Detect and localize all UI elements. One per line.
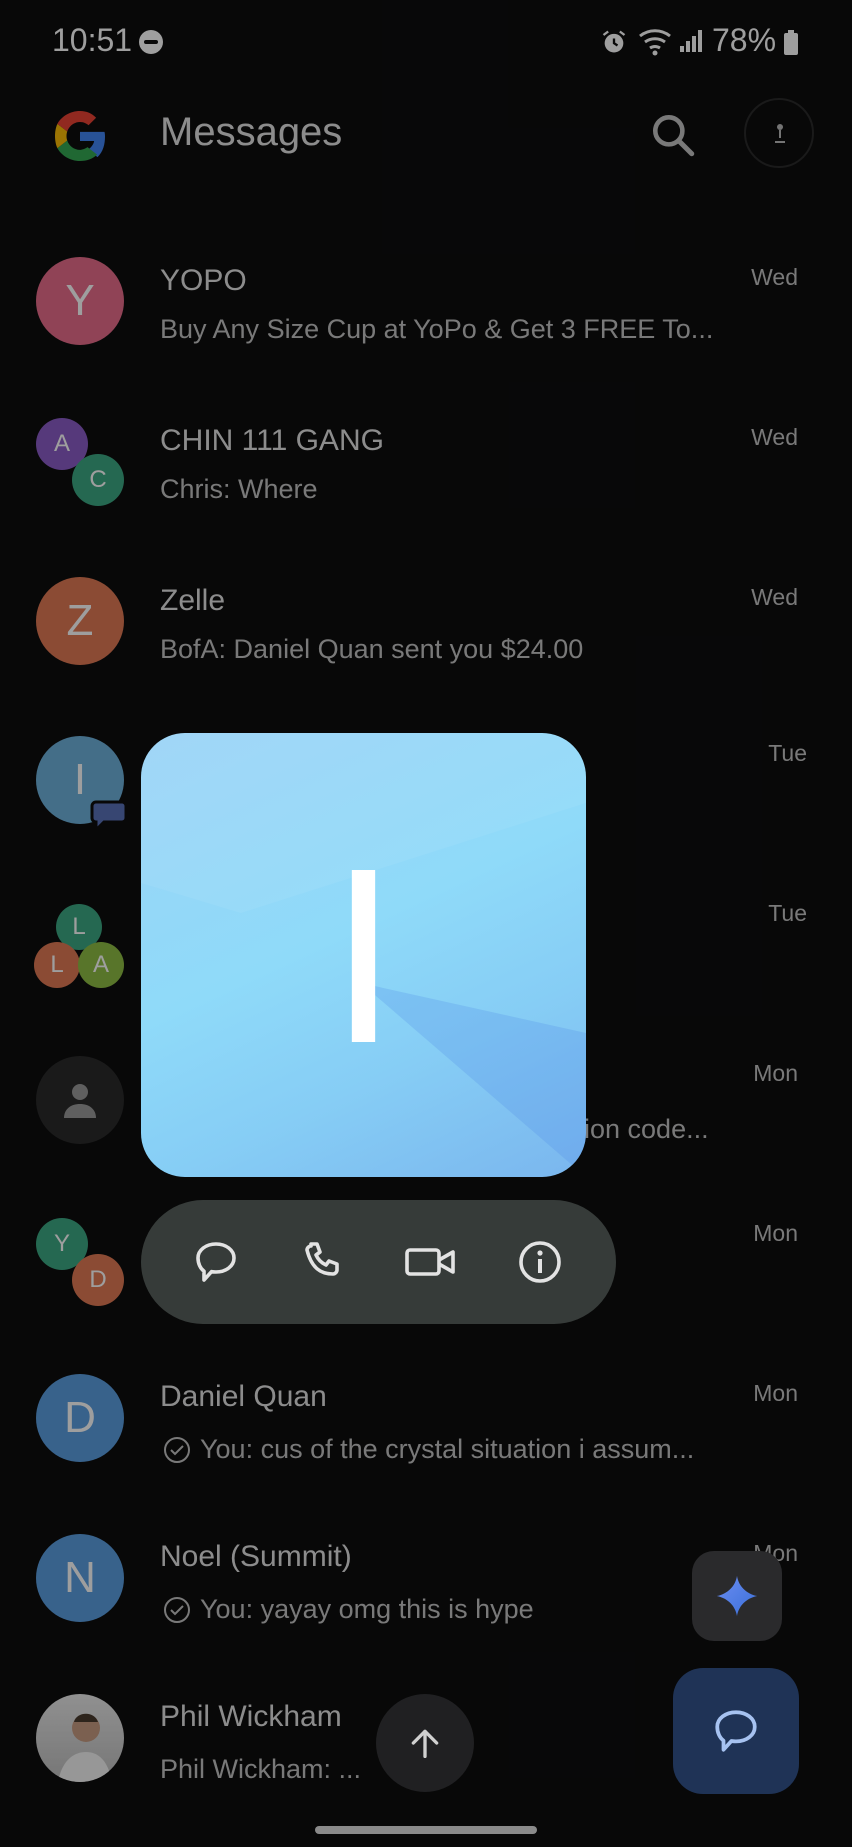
video-call-action-button[interactable] (403, 1234, 459, 1290)
chat-bubble-icon (715, 1710, 757, 1752)
start-chat-button[interactable] (673, 1668, 799, 1794)
contact-initial: I (328, 815, 399, 1095)
info-action-button[interactable] (512, 1234, 568, 1290)
message-action-button[interactable] (188, 1234, 244, 1290)
info-icon (519, 1241, 561, 1283)
contact-actions-bar (141, 1200, 616, 1324)
gemini-sparkle-icon (716, 1575, 758, 1617)
gesture-navigation-bar[interactable] (315, 1826, 537, 1834)
contact-preview-card: I (141, 733, 586, 1177)
call-action-button[interactable] (295, 1234, 351, 1290)
video-camera-icon (405, 1248, 455, 1276)
gemini-button[interactable] (692, 1551, 782, 1641)
chat-bubble-icon (196, 1242, 236, 1282)
arrow-up-icon (411, 1729, 439, 1758)
scroll-to-top-button[interactable] (376, 1694, 474, 1792)
phone-icon (305, 1242, 339, 1276)
